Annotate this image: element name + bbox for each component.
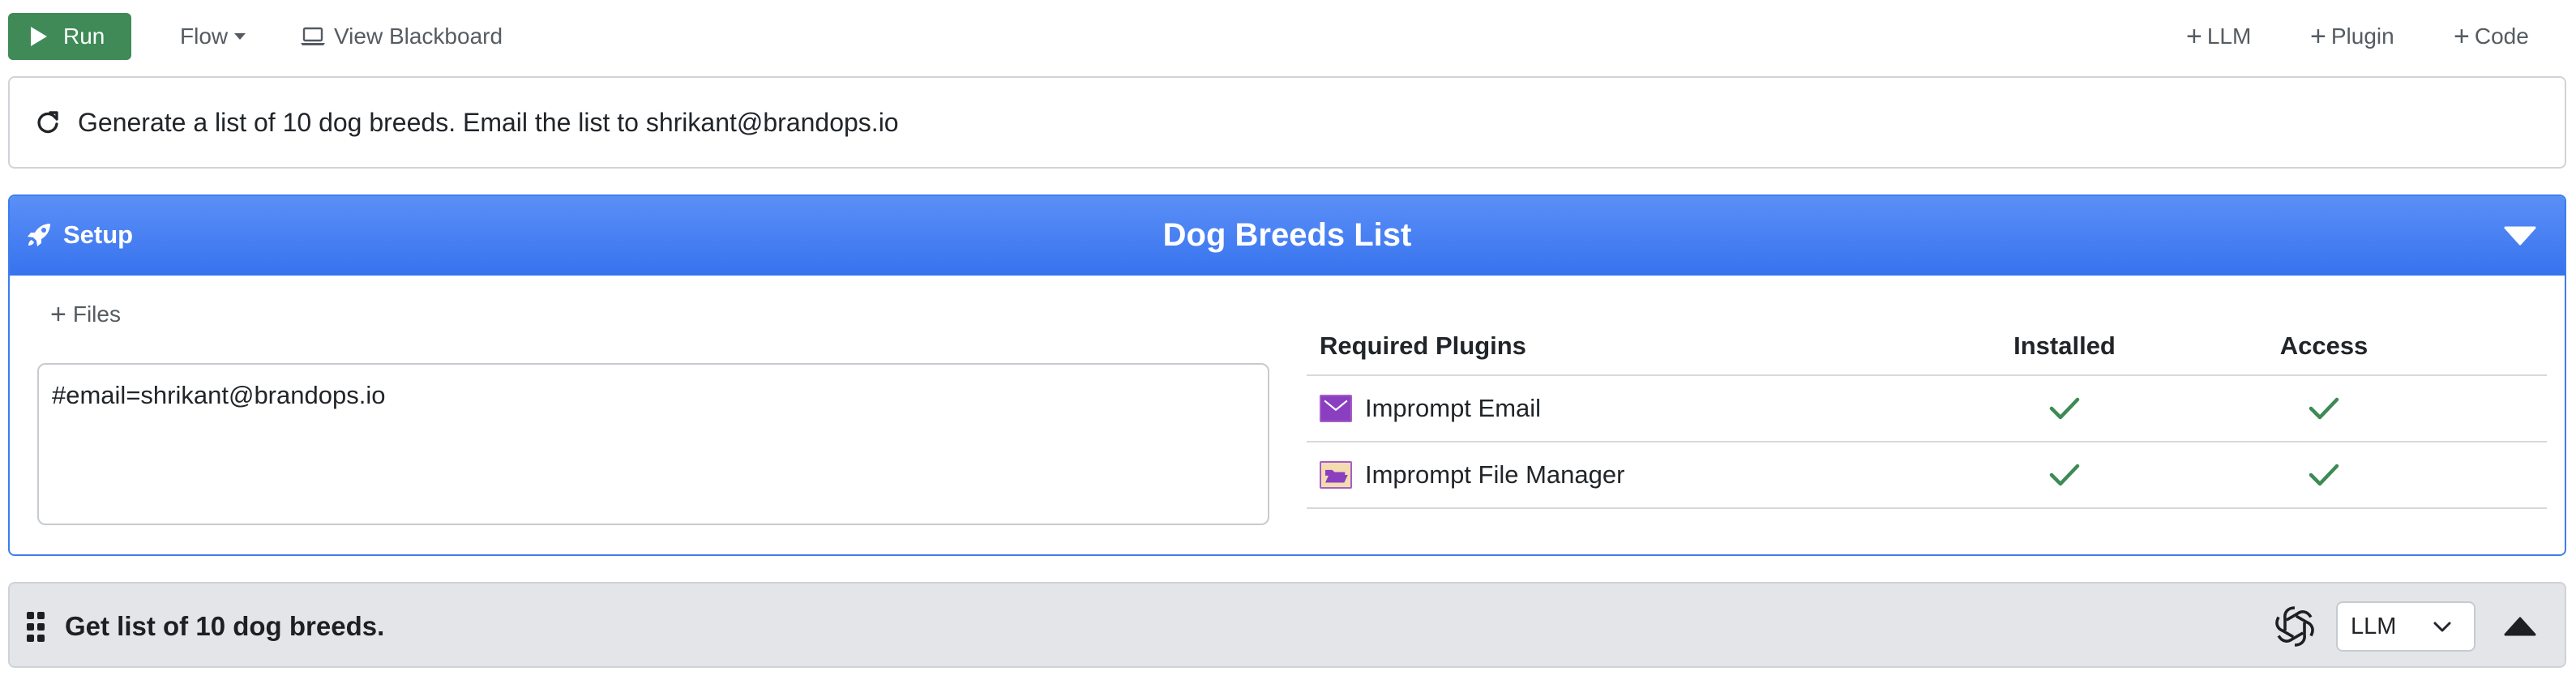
context-text: #email=shrikant@brandops.io: [52, 381, 386, 409]
step-card-header[interactable]: Get list of 10 dog breeds. LLM: [8, 582, 2566, 668]
view-blackboard-link[interactable]: View Blackboard: [300, 23, 503, 50]
access-cell: [2190, 463, 2458, 487]
plus-icon: +: [2454, 21, 2470, 52]
play-icon: [31, 27, 47, 46]
table-row: Imprompt Email: [1307, 376, 2547, 442]
blackboard-label: View Blackboard: [334, 24, 503, 49]
chevron-down-icon: [2433, 622, 2451, 632]
model-select[interactable]: LLM: [2336, 601, 2475, 652]
laptop-icon: [301, 27, 325, 45]
plus-icon: +: [2186, 21, 2202, 52]
drag-handle-icon[interactable]: [26, 611, 45, 643]
add-plugin-button[interactable]: + Plugin: [2310, 23, 2394, 50]
add-files-button[interactable]: + Files: [50, 299, 121, 330]
setup-header[interactable]: Setup Dog Breeds List: [10, 196, 2565, 276]
check-icon: [2309, 397, 2339, 420]
header-required-plugins: Required Plugins: [1320, 331, 1526, 360]
prompt-text: Generate a list of 10 dog breeds. Email …: [78, 107, 899, 137]
plugin-name-cell: Imprompt Email: [1307, 394, 1939, 423]
add-llm-label: LLM: [2206, 24, 2252, 49]
flow-title: Dog Breeds List: [1162, 217, 1412, 253]
plugin-name-cell: Imprompt File Manager: [1307, 460, 1939, 489]
flow-label: Flow: [180, 24, 229, 49]
check-icon: [2049, 464, 2080, 486]
installed-cell: [1939, 463, 2190, 487]
flow-dropdown[interactable]: Flow: [180, 23, 246, 50]
model-select-value: LLM: [2351, 613, 2397, 639]
step-title: Get list of 10 dog breeds.: [65, 611, 385, 641]
plus-icon: +: [50, 299, 66, 330]
plugin-name: Imprompt Email: [1365, 394, 1542, 422]
table-row: Imprompt File Manager: [1307, 442, 2547, 509]
plugin-name: Imprompt File Manager: [1365, 460, 1625, 489]
required-plugins-table: Required Plugins Installed Access Improm…: [1307, 318, 2547, 509]
plus-icon: +: [2310, 21, 2326, 52]
envelope-icon: [1320, 395, 1352, 422]
check-icon: [2049, 397, 2080, 420]
access-cell: [2190, 396, 2458, 421]
add-plugin-label: Plugin: [2330, 24, 2394, 49]
add-llm-button[interactable]: + LLM: [2186, 23, 2251, 50]
folder-open-icon: [1320, 461, 1352, 489]
installed-cell: [1939, 396, 2190, 421]
setup-card: Setup Dog Breeds List + Files #email=shr…: [8, 195, 2566, 556]
toolbar: Run Flow View Blackboard + LLM + Plugin …: [0, 0, 2576, 73]
openai-icon: [2275, 606, 2314, 647]
add-code-label: Code: [2474, 24, 2529, 49]
caret-down-icon: [234, 33, 246, 40]
add-code-button[interactable]: + Code: [2454, 23, 2529, 50]
context-textarea[interactable]: #email=shrikant@brandops.io: [37, 363, 1269, 525]
run-label: Run: [63, 24, 105, 49]
run-button[interactable]: Run: [8, 13, 131, 60]
header-access: Access: [2279, 331, 2368, 360]
table-header: Required Plugins Installed Access: [1307, 318, 2547, 376]
refresh-icon[interactable]: [36, 110, 60, 135]
check-icon: [2309, 464, 2339, 486]
header-installed: Installed: [2013, 331, 2116, 360]
caret-down-icon[interactable]: [2503, 225, 2537, 246]
prompt-box[interactable]: Generate a list of 10 dog breeds. Email …: [8, 76, 2566, 169]
files-label: Files: [72, 301, 121, 327]
caret-up-icon[interactable]: [2503, 616, 2537, 637]
